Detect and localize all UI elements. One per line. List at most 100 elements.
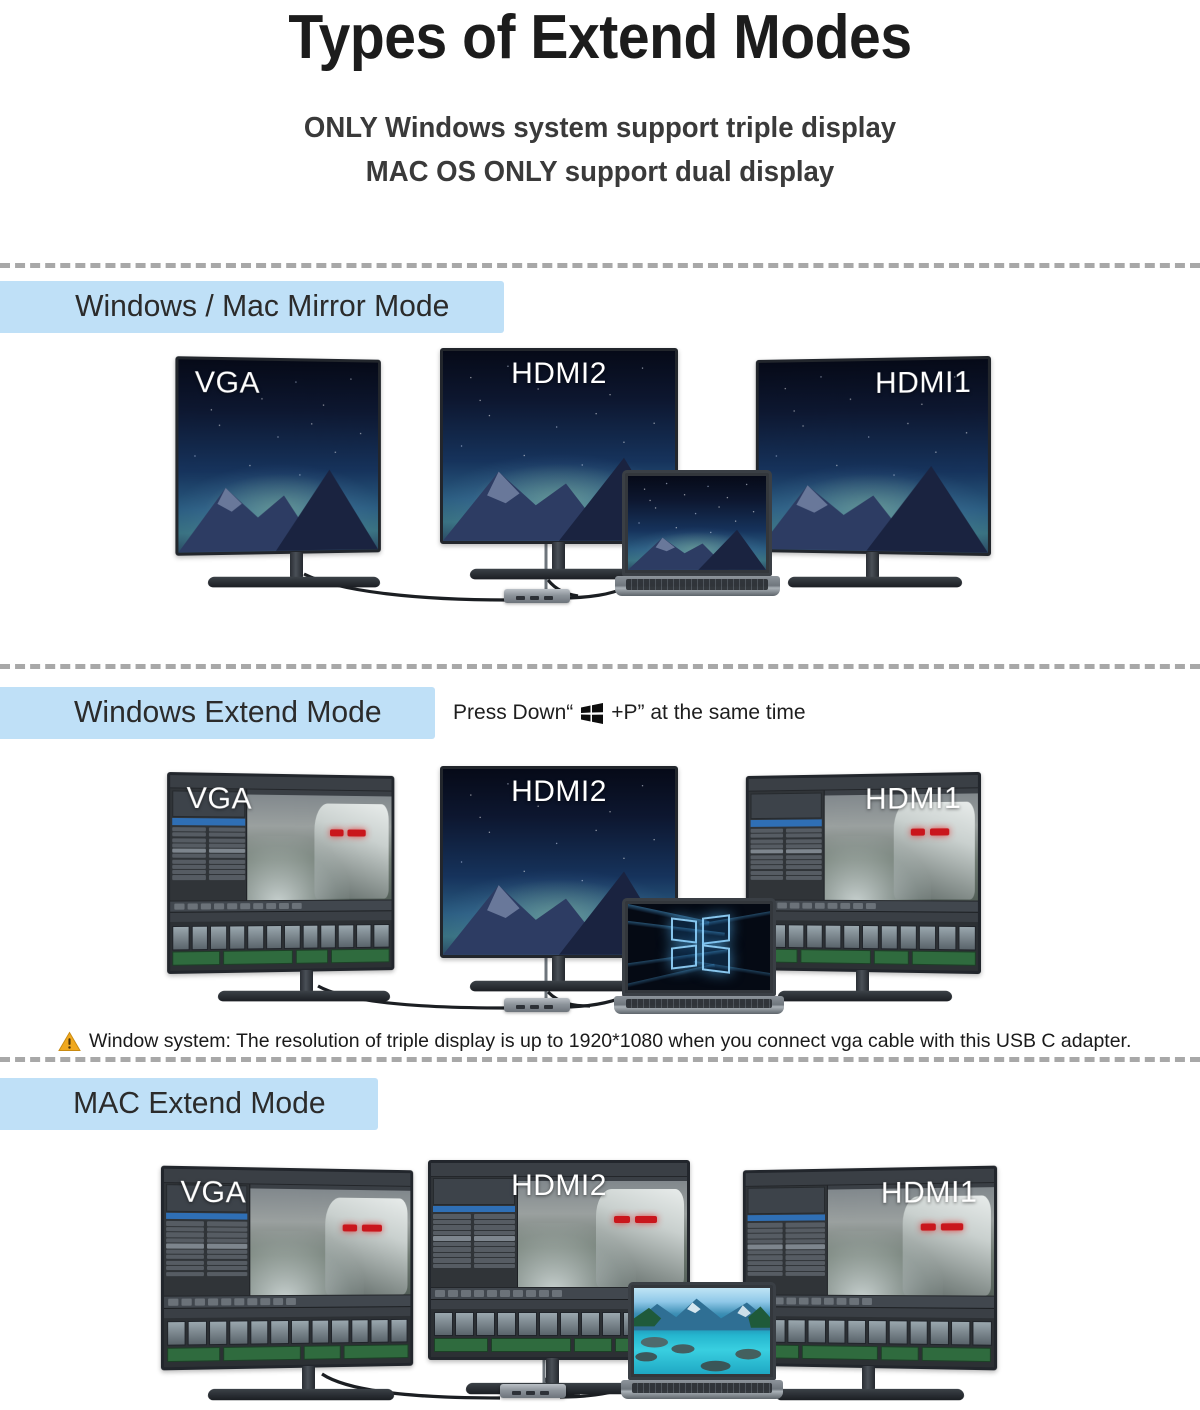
divider-top (0, 263, 1200, 268)
hub-port (530, 596, 539, 600)
editor-thumbnail-strip (750, 792, 823, 820)
editor-preview-titlebar (518, 1176, 687, 1182)
editor-file-row (432, 1252, 516, 1258)
editor-selected-bar (750, 819, 823, 827)
timeline-header (164, 1306, 411, 1319)
wallpaper-night-mountain (758, 359, 988, 553)
monitor-vga-mac: VGA (160, 1165, 414, 1371)
laptop-screen-mac (634, 1288, 770, 1374)
car-taillight (929, 828, 950, 836)
press-shortcut-suffix: +P” at the same time (611, 701, 806, 724)
laptop-screen-windows (628, 904, 770, 990)
monitor-hdmi1-mac-screen (745, 1168, 995, 1368)
car-taillight (634, 1215, 657, 1224)
editor-browser-panel (170, 788, 248, 913)
stand-neck-hdmi2-mirror (552, 542, 565, 570)
stand-neck-hdmi1-mac (862, 1366, 875, 1390)
editor-file-row (165, 1266, 248, 1271)
monitor-vga-mirror-screen (178, 359, 379, 553)
badge-mac-extend: MAC Extend Mode (0, 1078, 379, 1130)
editor-browser-panel (748, 790, 825, 912)
stand-base-hdmi1-mac (775, 1388, 965, 1401)
laptop-base-windows (614, 996, 784, 1014)
stand-neck-vga-windows (300, 970, 313, 992)
wallpaper-video-editor (745, 1168, 995, 1368)
editor-file-row (432, 1230, 516, 1236)
editor-timeline (748, 910, 978, 971)
editor-file-row (171, 827, 245, 832)
laptop-mac (620, 1282, 784, 1402)
badge-windows-extend: Windows Extend Mode (0, 687, 436, 739)
editor-file-row (171, 870, 245, 875)
hub-port (516, 596, 525, 600)
timeline-header (745, 1306, 995, 1319)
car-taillight (921, 1223, 937, 1231)
editor-file-row (432, 1225, 516, 1230)
mountain-silhouette (758, 452, 988, 553)
usb-c-hub-mirror (504, 589, 570, 603)
monitor-hdmi1-mirror-screen (758, 359, 988, 553)
editor-file-row (747, 1266, 825, 1271)
editor-file-row (750, 838, 823, 844)
editor-file-row (432, 1247, 516, 1252)
laptop-keyboard-windows (626, 998, 772, 1009)
editor-file-row (750, 828, 823, 833)
laptop-windows (614, 898, 784, 1016)
press-shortcut-prefix: Press Down“ (453, 701, 574, 724)
stand-base-vga-windows (217, 990, 391, 1002)
editor-file-row (750, 833, 823, 839)
editor-file-row (171, 853, 245, 859)
editor-preview-titlebar (824, 788, 978, 796)
scene-mirror: VGA HDMI2 HDMI1 (0, 342, 1200, 622)
stand-neck-hdmi1-windows (856, 970, 869, 992)
editor-thumbnail-strip (165, 1183, 248, 1213)
editor-file-row (750, 875, 823, 880)
windows-logo-pane (701, 944, 731, 974)
monitor-hdmi1-windows-screen (748, 775, 978, 971)
stand-base-hdmi2-windows (469, 980, 647, 992)
editor-file-row (747, 1260, 825, 1266)
editor-file-row (750, 849, 823, 854)
stand-base-vga-mirror (207, 576, 381, 588)
timeline-clips (166, 1319, 408, 1347)
monitor-vga-windows: VGA (167, 771, 395, 975)
section-header-mirror: Windows / Mac Mirror Mode (0, 281, 504, 333)
stand-neck-vga-mac (302, 1366, 315, 1390)
editor-file-row (750, 854, 823, 859)
laptop-base-mirror (614, 576, 780, 596)
stand-neck-vga-mirror (290, 552, 303, 578)
editor-menubar (431, 1163, 687, 1177)
badge-mirror: Windows / Mac Mirror Mode (0, 281, 504, 333)
badge-windows-extend-label: Windows Extend Mode (74, 694, 382, 729)
laptop-keyboard-mac (632, 1383, 772, 1393)
car-taillight (342, 1224, 358, 1232)
wallpaper-turquoise-river (634, 1288, 770, 1374)
timeline-clips (172, 923, 390, 951)
laptop-lid-mac (628, 1282, 776, 1380)
editor-file-row (432, 1219, 516, 1225)
monitor-vga-windows-screen (170, 775, 392, 971)
wallpaper-night-mountain (628, 476, 766, 570)
usb-c-hub-windows (504, 998, 570, 1012)
editor-file-row (171, 864, 245, 870)
laptop-lid-windows (622, 898, 776, 996)
hub-port (516, 1005, 525, 1009)
mountain-silhouette (628, 521, 766, 570)
page-title: Types of Extend Modes (288, 3, 912, 72)
editor-selected-bar (747, 1214, 825, 1222)
editor-file-row (165, 1254, 248, 1260)
stand-base-vga-mac (207, 1388, 395, 1401)
laptop-lid-mirror (622, 470, 772, 576)
editor-file-row (747, 1233, 825, 1239)
timeline-audio-bars (748, 1343, 992, 1363)
editor-file-list (750, 828, 823, 907)
editor-file-row (747, 1271, 825, 1276)
stand-base-hdmi1-mirror (787, 576, 963, 588)
timeline-clips (750, 923, 976, 951)
editor-file-row (171, 848, 245, 854)
hub-port (544, 596, 553, 600)
monitor-hdmi1-windows: HDMI1 (745, 771, 982, 975)
monitor-hdmi1-mac: HDMI1 (742, 1165, 998, 1371)
editor-preview-titlebar (247, 789, 392, 797)
editor-file-list (165, 1221, 248, 1304)
